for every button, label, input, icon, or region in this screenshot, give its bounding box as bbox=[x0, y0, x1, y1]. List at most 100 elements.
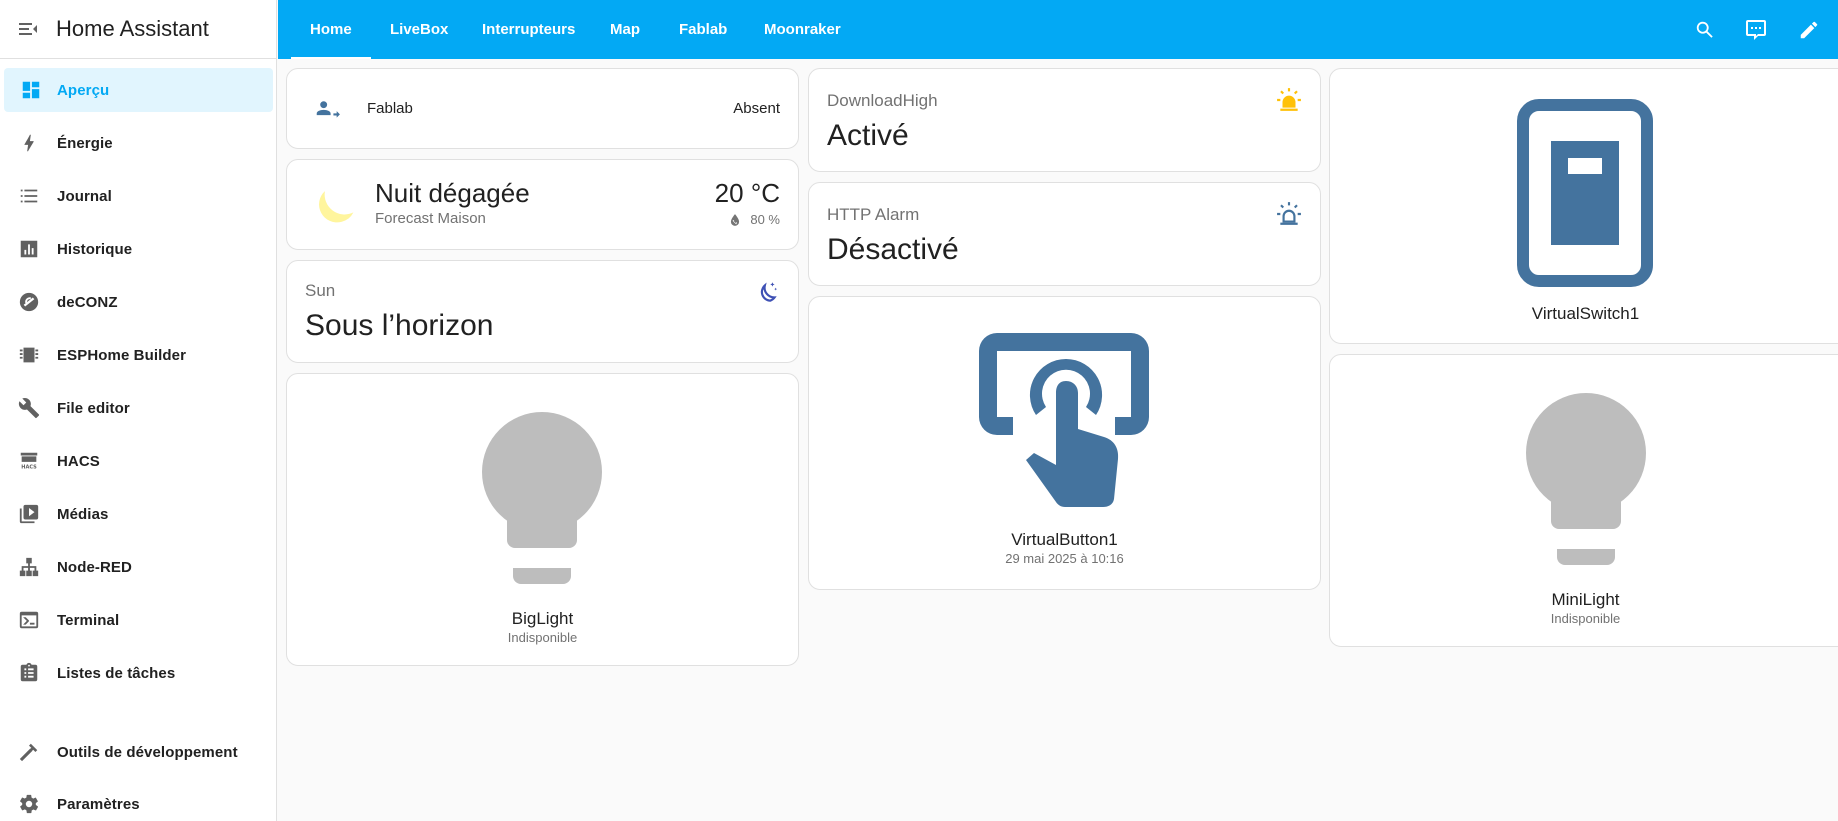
sidebar-item-deconz[interactable]: deCONZ bbox=[0, 280, 277, 324]
person-card[interactable]: Fablab Absent bbox=[286, 68, 799, 149]
lightning-bolt-icon bbox=[0, 132, 57, 154]
sidebar-item-terminal[interactable]: Terminal bbox=[0, 598, 277, 642]
virtual-button-timestamp: 29 mai 2025 à 10:16 bbox=[1005, 551, 1124, 566]
sidebar-item-hacs[interactable]: HACS HACS bbox=[0, 439, 277, 483]
sidebar-item-label: File editor bbox=[57, 399, 130, 417]
list-icon bbox=[0, 185, 57, 207]
sidebar-item-label: Journal bbox=[57, 187, 112, 205]
weather-card[interactable]: Nuit dégagée Forecast Maison 20 °C 80 % bbox=[286, 159, 799, 250]
lightbulb-icon bbox=[482, 412, 602, 584]
deconz-icon bbox=[0, 291, 57, 313]
hammer-icon bbox=[0, 741, 57, 763]
sidebar-item-node-red[interactable]: Node-RED bbox=[0, 545, 277, 589]
person-state: Absent bbox=[733, 100, 780, 117]
gear-icon bbox=[0, 793, 57, 815]
sidebar-item-label: Historique bbox=[57, 240, 133, 258]
minilight-card[interactable]: MiniLight Indisponible bbox=[1329, 354, 1838, 647]
dashboard-icon bbox=[4, 79, 57, 101]
media-play-icon bbox=[0, 503, 57, 525]
sidebar-item-outils-de-developpement[interactable]: Outils de développement bbox=[0, 730, 277, 774]
assist-button[interactable] bbox=[1739, 13, 1773, 47]
chip-icon bbox=[0, 344, 57, 366]
tab-livebox[interactable]: LiveBox bbox=[390, 0, 448, 59]
terminal-icon bbox=[0, 609, 57, 631]
water-percent-icon bbox=[731, 213, 740, 226]
sidebar-item-parametres[interactable]: Paramètres bbox=[0, 782, 277, 821]
sidebar-item-label: Médias bbox=[57, 505, 109, 523]
sidebar-item-listes-de-taches[interactable]: Listes de tâches bbox=[0, 651, 277, 695]
sun-label: Sun bbox=[305, 281, 336, 300]
tab-fablab[interactable]: Fablab bbox=[679, 0, 727, 59]
sidebar-item-label: Node-RED bbox=[57, 558, 132, 576]
search-icon bbox=[1696, 21, 1713, 38]
wrench-icon bbox=[0, 397, 57, 419]
weather-humidity: 80 % bbox=[750, 212, 780, 227]
sitemap-icon bbox=[0, 556, 57, 578]
tab-home[interactable]: Home bbox=[291, 0, 371, 59]
http-alarm-state: Désactivé bbox=[827, 233, 959, 266]
clipboard-list-icon bbox=[0, 662, 57, 684]
sidebar-header: Home Assistant bbox=[0, 0, 276, 59]
sidebar-item-medias[interactable]: Médias bbox=[0, 492, 277, 536]
sidebar-item-historique[interactable]: Historique bbox=[0, 227, 277, 271]
weather-source: Forecast Maison bbox=[375, 210, 486, 227]
sun-state: Sous l’horizon bbox=[305, 309, 494, 342]
sidebar-item-apercu[interactable]: Aperçu bbox=[4, 68, 273, 112]
alarm-light-outline-icon bbox=[1277, 202, 1301, 225]
menu-collapse-button[interactable] bbox=[0, 0, 56, 59]
tab-interrupteurs[interactable]: Interrupteurs bbox=[482, 0, 575, 59]
sidebar-item-label: Listes de tâches bbox=[57, 664, 176, 682]
light-switch-icon bbox=[1517, 99, 1653, 287]
tab-moonraker[interactable]: Moonraker bbox=[764, 0, 841, 59]
gesture-tap-button-icon bbox=[979, 333, 1149, 507]
sidebar-item-label: HACS bbox=[57, 452, 100, 470]
sidebar-item-label: Outils de développement bbox=[57, 743, 238, 761]
chart-bar-icon bbox=[0, 238, 57, 260]
sidebar: Home Assistant Aperçu Énergie Journal Hi… bbox=[0, 0, 277, 821]
search-button[interactable] bbox=[1688, 13, 1722, 47]
download-high-label: DownloadHigh bbox=[827, 91, 938, 110]
minilight-state: Indisponible bbox=[1550, 611, 1621, 626]
pencil-icon bbox=[1800, 21, 1818, 39]
virtual-switch-card[interactable]: VirtualSwitch1 bbox=[1329, 68, 1838, 344]
sun-card[interactable]: Sun Sous l’horizon bbox=[286, 260, 799, 363]
http-alarm-card[interactable]: HTTP Alarm Désactivé bbox=[808, 182, 1321, 286]
download-high-card[interactable]: DownloadHigh Activé bbox=[808, 68, 1321, 172]
weather-temperature: 20 °C bbox=[714, 178, 780, 208]
menu-open-icon bbox=[19, 23, 37, 35]
sidebar-item-label: Énergie bbox=[57, 134, 113, 152]
sidebar-item-label: Aperçu bbox=[57, 81, 110, 99]
person-name: Fablab bbox=[367, 100, 413, 117]
download-high-state: Activé bbox=[827, 119, 909, 152]
virtual-button-card[interactable]: VirtualButton1 29 mai 2025 à 10:16 bbox=[808, 296, 1321, 590]
sidebar-item-label: deCONZ bbox=[57, 293, 118, 311]
sidebar-item-label: Terminal bbox=[57, 611, 120, 629]
sidebar-item-energie[interactable]: Énergie bbox=[0, 121, 277, 165]
lightbulb-icon bbox=[1526, 393, 1646, 565]
top-app-bar: Home LiveBox Interrupteurs Map Fablab Mo… bbox=[278, 0, 1838, 59]
sidebar-item-label: ESPHome Builder bbox=[57, 346, 187, 364]
virtual-switch-name: VirtualSwitch1 bbox=[1531, 304, 1640, 323]
biglight-name: BigLight bbox=[511, 609, 574, 628]
sidebar-item-journal[interactable]: Journal bbox=[0, 174, 277, 218]
weather-condition: Nuit dégagée bbox=[375, 178, 530, 208]
sidebar-item-file-editor[interactable]: File editor bbox=[0, 386, 277, 430]
weather-night-icon bbox=[760, 282, 778, 302]
virtual-button-name: VirtualButton1 bbox=[1011, 530, 1118, 549]
sidebar-item-esphome-builder[interactable]: ESPHome Builder bbox=[0, 333, 277, 377]
sidebar-item-label: Paramètres bbox=[57, 795, 140, 813]
comment-processing-icon bbox=[1746, 20, 1766, 40]
weather-humidity-row: 80 % bbox=[728, 212, 780, 227]
weather-night-icon bbox=[319, 191, 354, 223]
tab-map[interactable]: Map bbox=[610, 0, 640, 59]
http-alarm-label: HTTP Alarm bbox=[827, 205, 920, 224]
svg-text:HACS: HACS bbox=[21, 464, 37, 470]
app-title: Home Assistant bbox=[56, 16, 209, 41]
biglight-state: Indisponible bbox=[507, 630, 578, 645]
biglight-card[interactable]: BigLight Indisponible bbox=[286, 373, 799, 666]
edit-dashboard-button[interactable] bbox=[1792, 13, 1826, 47]
account-arrow-right-icon bbox=[316, 101, 340, 118]
minilight-name: MiniLight bbox=[1551, 590, 1620, 609]
hacs-store-icon: HACS bbox=[0, 450, 57, 472]
alarm-light-icon bbox=[1277, 88, 1301, 111]
